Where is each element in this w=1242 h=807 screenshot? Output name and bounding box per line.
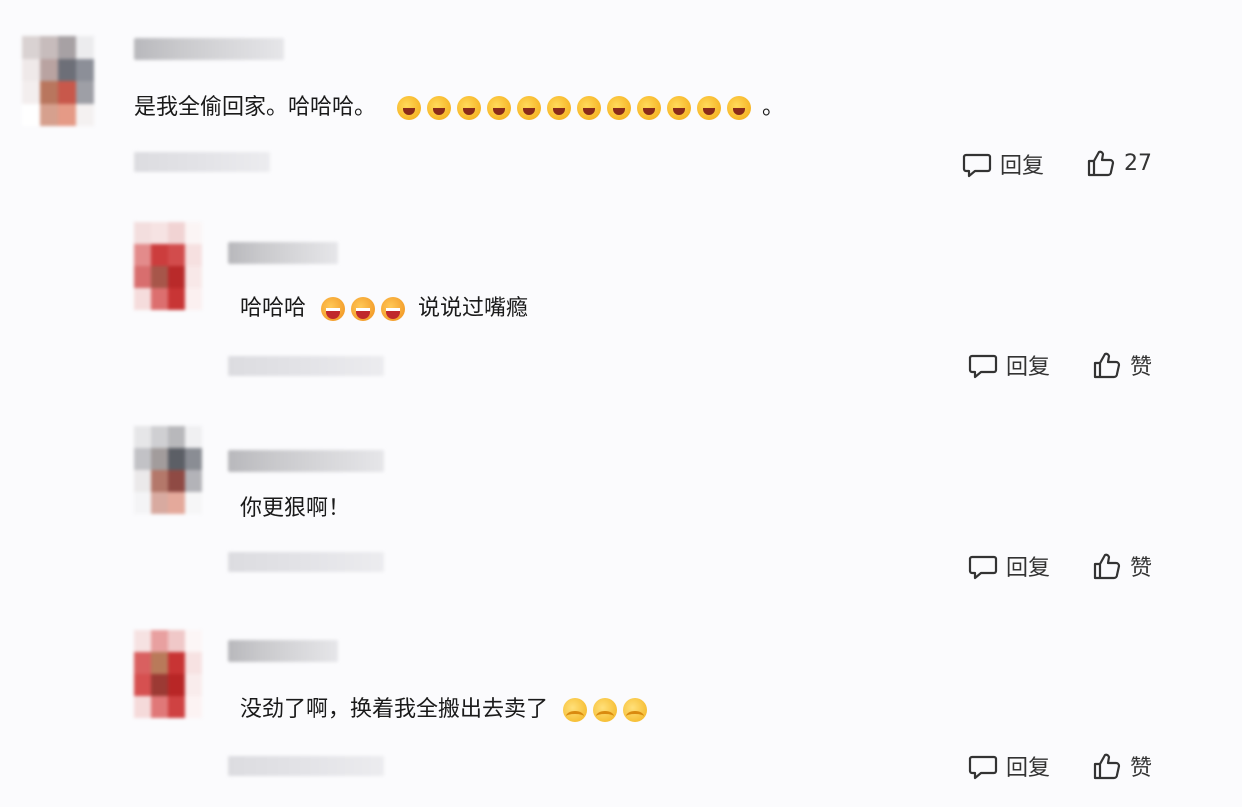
timestamp — [228, 552, 384, 572]
avatar[interactable] — [134, 630, 202, 718]
username[interactable] — [228, 640, 338, 662]
laughing-emoji-icon — [397, 96, 422, 120]
comment-text: 是我全偷回家。哈哈哈。 。 — [134, 95, 785, 120]
laughing-emoji-icon — [667, 96, 692, 120]
timestamp — [228, 356, 384, 376]
grinning-emoji-icon — [351, 297, 376, 321]
hugging-emoji-icon — [593, 698, 618, 722]
grinning-emoji-icon — [381, 297, 406, 321]
avatar[interactable] — [134, 222, 202, 310]
comment-bubble-icon — [968, 555, 998, 580]
reply-button[interactable]: 回复 — [962, 148, 1044, 180]
laughing-emoji-icon — [637, 96, 662, 120]
avatar[interactable] — [22, 36, 94, 126]
comment-text: 哈哈哈 说说过嘴瘾 — [240, 296, 529, 321]
laughing-emoji-icon — [517, 96, 542, 120]
username[interactable] — [228, 242, 338, 264]
comment-text: 你更狠啊！ — [240, 496, 351, 521]
laughing-emoji-icon — [547, 96, 572, 120]
like-button[interactable]: 赞 — [1092, 349, 1152, 381]
thumbs-up-icon — [1087, 150, 1115, 177]
comment-bubble-icon — [968, 755, 998, 780]
username[interactable] — [228, 450, 384, 472]
reply-button[interactable]: 回复 — [968, 349, 1050, 381]
laughing-emoji-icon — [427, 96, 452, 120]
comment-bubble-icon — [968, 354, 998, 379]
reply-button[interactable]: 回复 — [968, 750, 1050, 782]
laughing-emoji-icon — [697, 96, 722, 120]
like-button[interactable]: 赞 — [1092, 750, 1152, 782]
reply-button[interactable]: 回复 — [968, 550, 1050, 582]
emoji-row — [560, 698, 650, 722]
timestamp — [228, 756, 384, 776]
laughing-emoji-icon — [487, 96, 512, 120]
grinning-emoji-icon — [321, 297, 346, 321]
comment-text: 没劲了啊，换着我全搬出去卖了 — [240, 695, 650, 725]
laughing-emoji-icon — [607, 96, 632, 120]
thumbs-up-icon — [1093, 553, 1121, 580]
laughing-emoji-icon — [457, 96, 482, 120]
hugging-emoji-icon — [623, 698, 648, 722]
timestamp — [134, 152, 270, 172]
laughing-emoji-icon — [577, 96, 602, 120]
like-button[interactable]: 27 — [1086, 148, 1152, 178]
like-button[interactable]: 赞 — [1092, 550, 1152, 582]
avatar[interactable] — [134, 426, 202, 514]
hugging-emoji-icon — [563, 698, 588, 722]
thumbs-up-icon — [1093, 753, 1121, 780]
comment-bubble-icon — [962, 153, 992, 178]
emoji-row — [318, 297, 408, 321]
username[interactable] — [134, 38, 284, 60]
laughing-emoji-icon — [727, 96, 752, 120]
emoji-row — [394, 96, 754, 120]
thumbs-up-icon — [1093, 352, 1121, 379]
